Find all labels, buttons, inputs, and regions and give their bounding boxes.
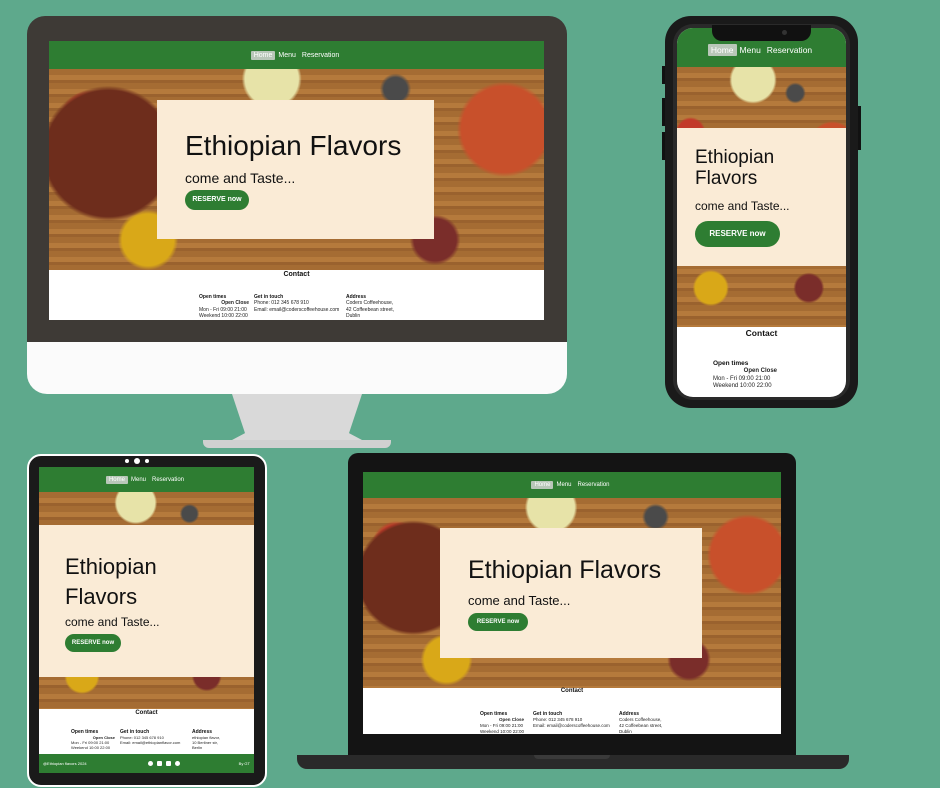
tablet-hero-image: Ethiopian Flavors come and Taste... RESE… (39, 492, 254, 709)
laptop-nav: Home Menu Reservation (363, 472, 781, 498)
open-times-heading: Open times (713, 360, 749, 367)
phone-side-button (662, 98, 665, 126)
email-link[interactable]: Email: email@coderscoffeehouse.com (533, 723, 617, 729)
nav-reservation[interactable]: Reservation (575, 481, 613, 489)
address-line3: Dublin (619, 728, 632, 734)
open-times: Open times Open Close Mon - Fri 09:00 21… (199, 294, 249, 319)
phone-camera-dot (782, 30, 787, 35)
open-times-row1: Mon - Fri 09:00 21:00 (199, 306, 247, 313)
laptop-screen: Home Menu Reservation Ethiopian Flavors … (363, 472, 781, 734)
hero-subtitle: come and Taste... (65, 615, 160, 629)
open-times-cols: Open Close (743, 368, 777, 375)
open-times: Open times Open Close Mon - Fri 09:00 21… (713, 360, 777, 391)
open-times-row2: Weekend 10:00 22:00 (713, 383, 772, 390)
laptop-notch (534, 755, 610, 759)
contact-title: Contact (560, 688, 584, 694)
open-times-row2: Weekend 10:00 22:00 (480, 728, 524, 734)
hero-subtitle: come and Taste... (468, 593, 571, 608)
youtube-icon[interactable] (157, 760, 163, 766)
open-times-row1: Mon - Fri 09:00 21:00 (480, 722, 524, 728)
monitor-stand (232, 394, 362, 440)
nav-menu[interactable]: Menu (128, 476, 149, 484)
phone-screen: Home Menu Reservation Ethiopian Flavors … (677, 28, 846, 397)
phone-hero-card: Ethiopian Flavors come and Taste... RESE… (677, 128, 846, 266)
nav-menu[interactable]: Menu (553, 481, 574, 489)
contact-title: Contact (283, 271, 310, 278)
email-link[interactable]: Email: email@coderscoffeehouse.com (254, 307, 344, 313)
facebook-icon[interactable] (147, 760, 153, 766)
footer-copyright: @Ethiopian flavors 2024 (43, 761, 87, 766)
tablet-sensor (145, 459, 149, 463)
address-line3: Berlin (192, 745, 203, 751)
nav-home[interactable]: Home (707, 43, 737, 56)
hero-title-line2: Flavors (65, 583, 138, 609)
tablet-hero-card: Ethiopian Flavors come and Taste... RESE… (39, 525, 254, 677)
desktop-hero-image: Ethiopian Flavors come and Taste... RESE… (49, 69, 544, 270)
contact-title: Contact (135, 710, 158, 716)
tablet-camera (134, 458, 140, 464)
nav-menu[interactable]: Menu (275, 51, 299, 60)
email-link[interactable]: Email: email@ethiopianflavor.com (120, 740, 190, 745)
hero-title: Ethiopian Flavors (695, 147, 775, 190)
nav-home[interactable]: Home (105, 475, 128, 484)
open-times-row2: Weekend 10:00 22:00 (71, 745, 111, 751)
phone-side-button (858, 106, 861, 150)
desktop-nav: Home Menu Reservation (49, 41, 544, 69)
address: Address Coders Coffeehouse, 42 Coffeebea… (346, 294, 406, 319)
nav-reservation[interactable]: Reservation (764, 44, 815, 56)
address: Address ethiopian flavor, 10 Berliner st… (192, 729, 237, 750)
hero-subtitle: come and Taste... (695, 199, 790, 213)
get-in-touch: Get in touch Phone: 012 345 678 910 Emai… (120, 729, 190, 745)
twitter-icon[interactable] (175, 760, 181, 766)
monitor-foot (203, 440, 391, 448)
hero-title: Ethiopian Flavors (65, 552, 157, 611)
phone-side-button (662, 66, 665, 84)
reserve-button[interactable]: RESERVE now (468, 613, 528, 631)
phone-hero-image: Ethiopian Flavors come and Taste... RESE… (677, 67, 846, 327)
instagram-icon[interactable] (166, 760, 172, 766)
nav-menu[interactable]: Menu (737, 44, 764, 56)
get-in-touch: Get in touch Phone: 012 345 678 910 Emai… (533, 711, 617, 729)
open-times: Open times Open Close Mon - Fri 09:00 21… (480, 711, 524, 734)
open-times: Open times Open Close Mon - Fri 09:00 21… (71, 729, 115, 750)
open-times-row1: Mon - Fri 09:00 21:00 (713, 375, 771, 382)
nav-reservation[interactable]: Reservation (299, 51, 342, 60)
tablet-footer: @Ethiopian flavors 2024 By GT (39, 754, 254, 773)
hero-title-line1: Ethiopian (65, 554, 157, 579)
phone-side-button (662, 132, 665, 160)
hero-title-line1: Ethiopian (695, 147, 775, 168)
nav-home[interactable]: Home (250, 50, 276, 60)
tablet-nav: Home Menu Reservation (39, 467, 254, 492)
hero-title: Ethiopian Flavors (468, 556, 662, 584)
nav-home[interactable]: Home (531, 481, 554, 489)
reserve-button[interactable]: RESERVE now (185, 190, 249, 210)
tablet-screen: Home Menu Reservation Ethiopian Flavors … (39, 467, 254, 773)
hero-title-line2: Flavors (695, 167, 758, 189)
phone-notch (712, 25, 811, 41)
laptop-hero-card: Ethiopian Flavors come and Taste... RESE… (440, 528, 702, 658)
contact-title: Contact (745, 328, 778, 338)
address: Address Coders Coffeehouse, 42 Coffeebea… (619, 711, 675, 734)
get-in-touch: Get in touch Phone: 012 345 678 910 Emai… (254, 294, 344, 313)
open-times-row2: Weekend 10:00 22:00 (199, 312, 248, 319)
footer-social (145, 760, 181, 767)
reserve-button[interactable]: RESERVE now (65, 634, 121, 652)
hero-subtitle: come and Taste... (185, 170, 296, 186)
footer-credit: By GT (238, 761, 250, 766)
reserve-button[interactable]: RESERVE now (695, 221, 780, 247)
desktop-hero-card: Ethiopian Flavors come and Taste... RESE… (157, 100, 434, 239)
tablet-sensor (125, 459, 129, 463)
nav-reservation[interactable]: Reservation (149, 476, 187, 484)
monitor-chin (27, 342, 567, 394)
desktop-screen: Home Menu Reservation Ethiopian Flavors … (49, 41, 544, 320)
hero-title: Ethiopian Flavors (185, 130, 402, 161)
laptop-hero-image: Ethiopian Flavors come and Taste... RESE… (363, 498, 781, 688)
address-line3: Dublin (346, 312, 361, 319)
